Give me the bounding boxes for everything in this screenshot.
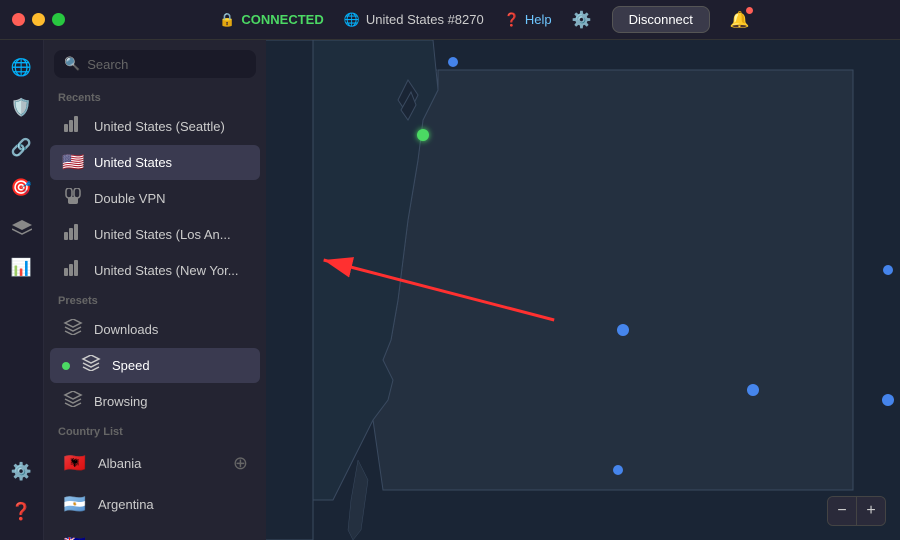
- speed-active-dot: [62, 362, 70, 370]
- maximize-button[interactable]: [52, 13, 65, 26]
- sidebar-item-speed[interactable]: Speed: [50, 348, 260, 383]
- bar-chart-icon-ny: [62, 260, 84, 281]
- speed-icon: [80, 355, 102, 376]
- sidebar-item-downloads[interactable]: Downloads: [50, 312, 260, 347]
- albania-name: Albania: [98, 456, 223, 471]
- us-flag-icon: 🇺🇸: [62, 152, 84, 173]
- browsing-icon: [62, 391, 84, 412]
- connected-label: CONNECTED: [241, 12, 323, 27]
- map-svg: [266, 40, 900, 540]
- map-area: − +: [266, 40, 900, 540]
- albania-add-button[interactable]: ⊕: [233, 453, 248, 474]
- sidebar-icon-network[interactable]: 🔗: [4, 130, 40, 166]
- notification-badge: [746, 7, 753, 14]
- recents-label: Recents: [44, 86, 266, 108]
- argentina-flag: 🇦🇷: [62, 491, 88, 517]
- sidebar-icon-layers[interactable]: [4, 210, 40, 246]
- country-list-label: Country List: [44, 420, 266, 442]
- search-input[interactable]: [87, 57, 246, 72]
- australia-flag: 🇦🇺: [62, 532, 88, 540]
- lock-icon: 🔒: [219, 12, 235, 28]
- sidebar-icon-target[interactable]: 🎯: [4, 170, 40, 206]
- zoom-out-button[interactable]: −: [828, 497, 856, 525]
- bell-icon-container[interactable]: 🔔: [730, 10, 750, 30]
- sidebar-item-double-vpn[interactable]: Double VPN: [50, 181, 260, 216]
- titlebar-center: 🔒 CONNECTED 🌐 United States #8270 ❓ Help…: [81, 6, 888, 33]
- argentina-name: Argentina: [98, 497, 248, 512]
- sidebar-item-us-ny-text: United States (New Yor...: [94, 263, 248, 278]
- help-icon: ❓: [504, 12, 520, 28]
- map-zoom-controls: − +: [827, 496, 886, 526]
- sidebar-icon-help[interactable]: ❓: [4, 494, 40, 530]
- sidebar-item-browsing[interactable]: Browsing: [50, 384, 260, 419]
- sidebar-item-australia[interactable]: 🇦🇺 Australia: [50, 525, 260, 540]
- close-button[interactable]: [12, 13, 25, 26]
- titlebar: 🔒 CONNECTED 🌐 United States #8270 ❓ Help…: [0, 0, 900, 40]
- sidebar-item-albania[interactable]: 🇦🇱 Albania ⊕: [50, 443, 260, 483]
- sidebar-item-speed-text: Speed: [112, 358, 248, 373]
- sidebar-item-us[interactable]: 🇺🇸 United States: [50, 145, 260, 180]
- bell-icon: 🔔: [730, 12, 750, 29]
- minimize-button[interactable]: [32, 13, 45, 26]
- bar-chart-icon-la: [62, 224, 84, 245]
- sidebar-item-argentina[interactable]: 🇦🇷 Argentina: [50, 484, 260, 524]
- sidebar-icon-stats[interactable]: 📊: [4, 250, 40, 286]
- sidebar-icon-globe[interactable]: 🌐: [4, 50, 40, 86]
- connected-badge: 🔒 CONNECTED: [219, 12, 324, 28]
- sidebar-item-double-vpn-text: Double VPN: [94, 191, 248, 206]
- traffic-lights: [12, 13, 65, 26]
- presets-label: Presets: [44, 289, 266, 311]
- sidebar-item-us-seattle[interactable]: United States (Seattle): [50, 109, 260, 144]
- server-name: United States #8270: [366, 12, 484, 27]
- sidebar-item-us-la[interactable]: United States (Los An...: [50, 217, 260, 252]
- double-vpn-icon: [62, 188, 84, 209]
- albania-flag: 🇦🇱: [62, 450, 88, 476]
- sidebar-icon-settings[interactable]: ⚙️: [4, 454, 40, 490]
- globe-icon: 🌐: [344, 12, 360, 28]
- bar-chart-icon: [62, 116, 84, 137]
- settings-icon[interactable]: ⚙️: [572, 10, 592, 30]
- sidebar-panel: 🔍 Recents United States (Seattle) 🇺: [44, 40, 266, 540]
- sidebar-item-us-la-text: United States (Los An...: [94, 227, 248, 242]
- help-button[interactable]: ❓ Help: [504, 12, 552, 28]
- downloads-icon: [62, 319, 84, 340]
- main-content: 🌐 🛡️ 🔗 🎯 📊 ⚙️ ❓ 🔍 Recents: [0, 40, 900, 540]
- sidebar-item-text: United States (Seattle): [94, 119, 248, 134]
- search-box: 🔍: [54, 50, 256, 78]
- sidebar-item-downloads-text: Downloads: [94, 322, 248, 337]
- help-label: Help: [525, 12, 552, 27]
- sidebar-icon-shield[interactable]: 🛡️: [4, 90, 40, 126]
- sidebar-icons: 🌐 🛡️ 🔗 🎯 📊 ⚙️ ❓: [0, 40, 44, 540]
- sidebar-item-us-ny[interactable]: United States (New Yor...: [50, 253, 260, 288]
- zoom-in-button[interactable]: +: [857, 497, 885, 525]
- server-info: 🌐 United States #8270: [344, 12, 484, 28]
- sidebar-item-us-text: United States: [94, 155, 248, 170]
- sidebar-item-browsing-text: Browsing: [94, 394, 248, 409]
- search-icon: 🔍: [64, 56, 80, 72]
- disconnect-button[interactable]: Disconnect: [612, 6, 710, 33]
- sidebar-scroll: Recents United States (Seattle) 🇺🇸 Unite…: [44, 86, 266, 540]
